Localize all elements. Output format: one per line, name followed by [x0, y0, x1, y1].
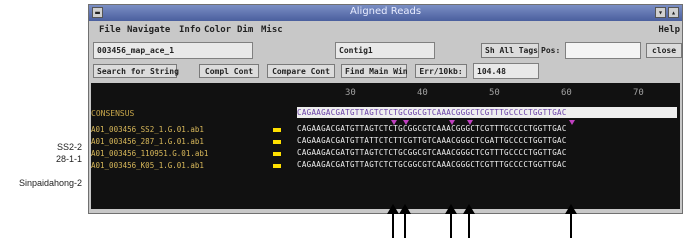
annotation-arrow-icon: [387, 204, 399, 238]
err-per-10kb-label: Err/10kb:: [415, 64, 467, 78]
compl-cont-button[interactable]: Compl Cont: [199, 64, 259, 78]
sample-label-28: 28-1-1: [55, 154, 82, 164]
window-title: Aligned Reads: [349, 6, 422, 17]
menu-info[interactable]: Info: [179, 25, 201, 35]
read-name[interactable]: A01_003456_K05_1.G.01.ab1: [91, 161, 204, 170]
ruler-tick-60: 60: [561, 88, 572, 98]
title-bar[interactable]: ▬ Aligned Reads ▾ ▴: [89, 5, 682, 21]
ruler-tick-70: 70: [633, 88, 644, 98]
menu-color[interactable]: Color: [204, 25, 231, 35]
read-sequence[interactable]: CAGAAGACGATGTTATTCTCTTCGTTGTCAAACGGGCTCG…: [297, 136, 677, 146]
annotation-arrow-icon: [565, 204, 577, 238]
ruler-tick-30: 30: [345, 88, 356, 98]
consensus-sequence[interactable]: CAGAAGACGATGTTAGTCTCTGCGGCGTCAAACGGGCTCG…: [297, 107, 677, 118]
minimize-icon[interactable]: ▾: [655, 7, 666, 18]
read-direction-icon: [273, 164, 281, 168]
sample-label-sinpaidahong: Sinpaidahong-2: [18, 178, 82, 188]
annotation-arrow-icon: [445, 204, 457, 238]
pos-label: Pos:: [541, 46, 561, 55]
annotation-arrow-icon: [463, 204, 475, 238]
compare-cont-button[interactable]: Compare Cont: [267, 64, 335, 78]
file-name-field[interactable]: 003456_map_ace_1: [93, 42, 253, 59]
menu-help[interactable]: Help: [658, 25, 680, 35]
read-direction-icon: [273, 152, 281, 156]
toolbar-row-2: Search for String Compl Cont Compare Con…: [89, 63, 682, 81]
annotation-arrow-icon: [399, 204, 411, 238]
contig-field[interactable]: Contig1: [335, 42, 435, 59]
find-main-win-button[interactable]: Find Main Win: [341, 64, 408, 78]
menu-misc[interactable]: Misc: [261, 25, 283, 35]
pos-input[interactable]: [565, 42, 641, 59]
read-direction-icon: [273, 140, 281, 144]
read-sequence[interactable]: CAGAAGACGATGTTAGTCTCTGCGGCGTCAAACGGGCTCG…: [297, 124, 677, 134]
ruler-tick-50: 50: [489, 88, 500, 98]
show-all-tags-button[interactable]: Sh All Tags: [481, 43, 539, 58]
sample-label-ss2: SS2-2: [56, 142, 82, 152]
menu-navigate[interactable]: Navigate: [127, 25, 170, 35]
menu-file[interactable]: File: [99, 25, 121, 35]
search-for-string-button[interactable]: Search for String: [93, 64, 179, 78]
read-direction-icon: [273, 128, 281, 132]
maximize-icon[interactable]: ▴: [668, 7, 679, 18]
err-value-field: 104.48: [473, 63, 539, 79]
toolbar-row-1: 003456_map_ace_1 Contig1 Sh All Tags Pos…: [89, 40, 682, 62]
alignment-panel[interactable]: 30 40 50 60 70 CONSENSUS CAGAAGACGATGTTA…: [91, 83, 680, 209]
aligned-reads-window: ▬ Aligned Reads ▾ ▴ File Navigate Info C…: [88, 4, 683, 214]
consensus-label: CONSENSUS: [91, 109, 135, 118]
menu-bar: File Navigate Info Color Dim Misc Help: [89, 22, 682, 38]
read-name[interactable]: A01_003456_110951.G.01.ab1: [91, 149, 208, 158]
read-sequence[interactable]: CAGAAGACGATGTTAGTCTCTGCGGCGTCAAACGGGCTCG…: [297, 160, 677, 170]
menu-dim[interactable]: Dim: [237, 25, 253, 35]
read-sequence[interactable]: CAGAAGACGATGTTAGTCTCTGCGGCGTCAAACGGGCTCG…: [297, 148, 677, 158]
read-name[interactable]: A01_003456_SS2_1.G.01.ab1: [91, 125, 204, 134]
close-button[interactable]: close: [646, 43, 682, 58]
ruler-tick-40: 40: [417, 88, 428, 98]
read-name[interactable]: A01_003456_287_1.G.01.ab1: [91, 137, 204, 146]
